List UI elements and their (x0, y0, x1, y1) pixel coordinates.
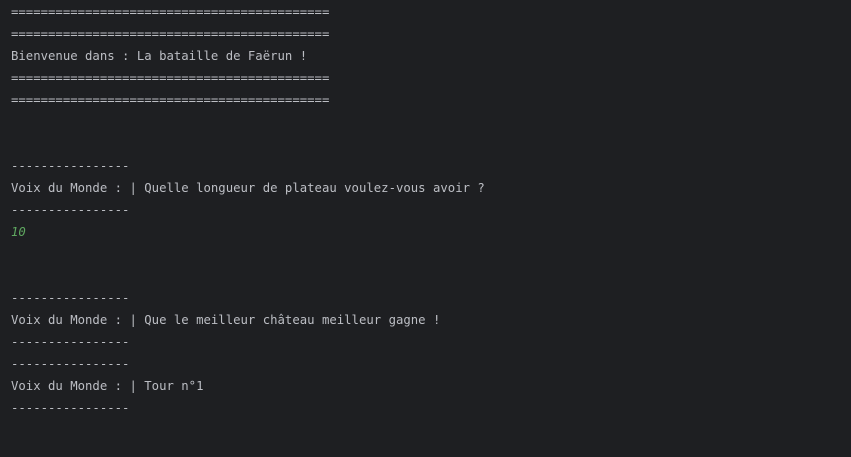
banner-separator: ========================================… (11, 27, 330, 41)
console-lines: ========================================… (11, 1, 485, 419)
message-separator: ---------------- (11, 335, 130, 349)
message-separator: ---------------- (11, 357, 130, 371)
world-voice-message: Voix du Monde : | Tour n°1 (11, 379, 204, 393)
message-separator: ---------------- (11, 401, 130, 415)
banner-separator: ========================================… (11, 93, 330, 107)
welcome-message: Bienvenue dans : La bataille de Faërun ! (11, 49, 308, 63)
message-separator: ---------------- (11, 203, 130, 217)
console-output[interactable]: ========================================… (0, 0, 851, 457)
banner-separator: ========================================… (11, 71, 330, 85)
banner-separator: ========================================… (11, 5, 330, 19)
user-input-echo: 10 (11, 225, 26, 239)
message-separator: ---------------- (11, 159, 130, 173)
message-separator: ---------------- (11, 291, 130, 305)
world-voice-message: Voix du Monde : | Quelle longueur de pla… (11, 181, 485, 195)
world-voice-message: Voix du Monde : | Que le meilleur châtea… (11, 313, 441, 327)
